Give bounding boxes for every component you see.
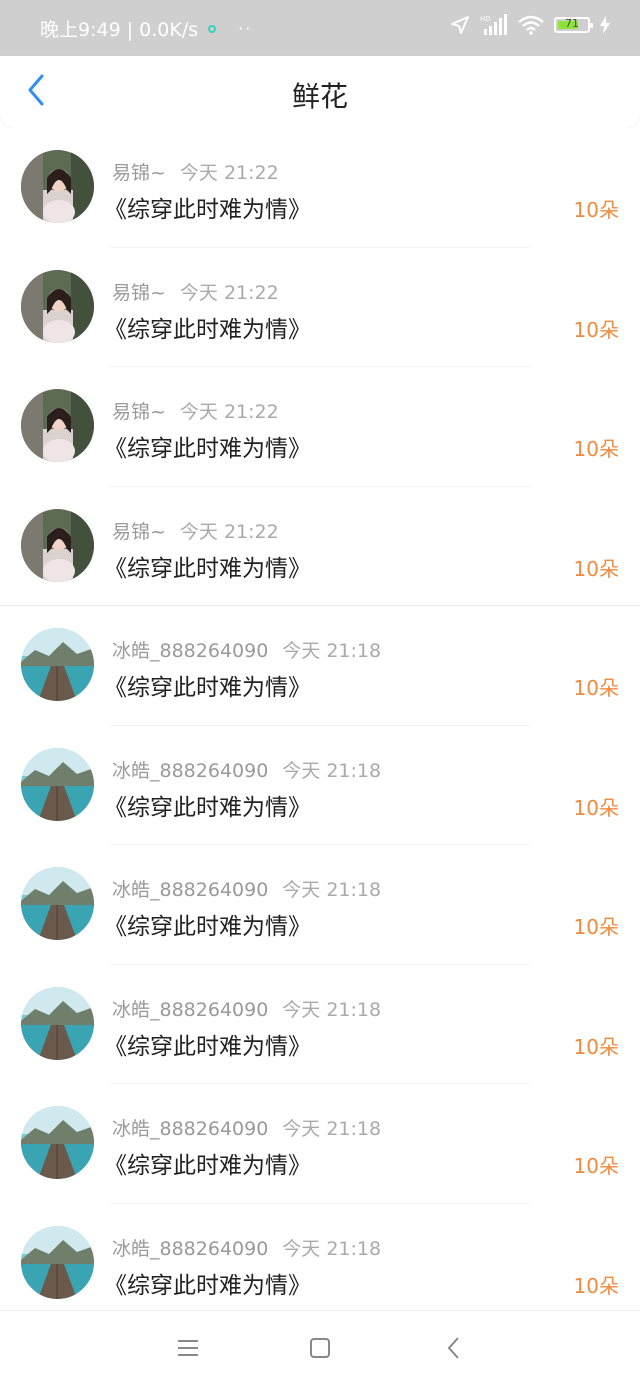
flower-amount: 10朵 bbox=[573, 676, 619, 700]
username: 易锦~ bbox=[112, 281, 166, 304]
svg-text:HD: HD bbox=[480, 15, 491, 23]
list-item[interactable]: 易锦~ 今天 21:22 《综穿此时难为情》 10朵 bbox=[0, 128, 640, 248]
avatar[interactable] bbox=[21, 508, 94, 582]
record-meta: 冰皓_888264090 今天 21:18 bbox=[112, 636, 381, 663]
timestamp: 今天 21:22 bbox=[179, 162, 279, 184]
list-item[interactable]: 冰皓_888264090 今天 21:18 《综穿此时难为情》 10朵 bbox=[0, 845, 640, 965]
book-title: 《综穿此时难为情》 bbox=[104, 436, 311, 462]
timestamp: 今天 21:22 bbox=[179, 401, 279, 423]
menu-button[interactable] bbox=[171, 1333, 205, 1367]
flower-amount: 10朵 bbox=[573, 198, 619, 222]
list-item[interactable]: 冰皓_888264090 今天 21:18 《综穿此时难为情》 10朵 bbox=[0, 606, 640, 726]
home-button[interactable] bbox=[303, 1333, 337, 1367]
location-arrow-icon bbox=[450, 15, 470, 35]
timestamp: 今天 21:18 bbox=[282, 759, 382, 782]
page-title: 鲜花 bbox=[291, 80, 348, 113]
wifi-icon bbox=[518, 15, 544, 35]
avatar[interactable] bbox=[21, 389, 94, 462]
list-item[interactable]: 冰皓_888264090 今天 21:18 《综穿此时难为情》 10朵 bbox=[0, 1203, 640, 1323]
avatar[interactable] bbox=[21, 150, 94, 223]
record-meta: 冰皓_888264090 今天 21:18 bbox=[112, 1114, 381, 1141]
flower-amount: 10朵 bbox=[573, 1034, 619, 1059]
timestamp: 今天 21:18 bbox=[282, 640, 382, 662]
flower-amount: 10朵 bbox=[573, 1154, 619, 1178]
record-meta: 易锦~ 今天 21:22 bbox=[112, 517, 279, 544]
avatar[interactable] bbox=[21, 628, 94, 701]
record-meta: 冰皓_888264090 今天 21:18 bbox=[112, 995, 381, 1022]
book-title: 《综穿此时难为情》 bbox=[104, 675, 311, 701]
flower-amount: 10朵 bbox=[573, 437, 619, 461]
book-title: 《综穿此时难为情》 bbox=[104, 794, 311, 821]
list-item[interactable]: 冰皓_888264090 今天 21:18 《综穿此时难为情》 10朵 bbox=[0, 1084, 640, 1204]
record-meta: 冰皓_888264090 今天 21:18 bbox=[112, 875, 381, 902]
book-title: 《综穿此时难为情》 bbox=[104, 1153, 311, 1179]
username: 冰皓_888264090 bbox=[112, 1237, 269, 1260]
username: 冰皓_888264090 bbox=[112, 879, 269, 901]
list-item[interactable]: 冰皓_888264090 今天 21:18 《综穿此时难为情》 10朵 bbox=[0, 964, 640, 1084]
status-right: HD 71 bbox=[440, 14, 610, 36]
charging-bolt-icon bbox=[600, 16, 610, 34]
book-title: 《综穿此时难为情》 bbox=[104, 914, 311, 940]
timestamp: 今天 21:18 bbox=[282, 1118, 382, 1140]
record-meta: 冰皓_888264090 今天 21:18 bbox=[112, 756, 381, 783]
username: 冰皓_888264090 bbox=[112, 1118, 269, 1140]
flower-amount: 10朵 bbox=[573, 556, 619, 581]
status-bar: 晚上9:49 | 0.0K/s ·· HD 71 bbox=[0, 0, 640, 56]
flower-records-list: 易锦~ 今天 21:22 《综穿此时难为情》 10朵 易锦~ 今天 21:22 《综穿此时… bbox=[0, 128, 640, 1323]
username: 冰皓_888264090 bbox=[112, 640, 269, 662]
flower-amount: 10朵 bbox=[573, 317, 619, 342]
back-chevron-icon bbox=[446, 1336, 462, 1364]
header: 鲜花 bbox=[0, 56, 640, 128]
record-meta: 易锦~ 今天 21:22 bbox=[112, 397, 279, 424]
username: 冰皓_888264090 bbox=[112, 759, 269, 782]
flower-amount: 10朵 bbox=[573, 795, 619, 820]
list-item[interactable]: 易锦~ 今天 21:22 《综穿此时难为情》 10朵 bbox=[0, 247, 640, 367]
record-meta: 易锦~ 今天 21:22 bbox=[112, 278, 279, 305]
avatar[interactable] bbox=[21, 269, 94, 343]
book-title: 《综穿此时难为情》 bbox=[104, 197, 311, 223]
timestamp: 今天 21:22 bbox=[179, 281, 279, 304]
book-title: 《综穿此时难为情》 bbox=[104, 1272, 311, 1299]
battery-level: 71 bbox=[565, 17, 579, 30]
battery-icon: 71 bbox=[554, 17, 593, 33]
back-nav-button[interactable] bbox=[437, 1333, 471, 1367]
avatar[interactable] bbox=[21, 986, 94, 1060]
timestamp: 今天 21:18 bbox=[282, 879, 382, 901]
avatar[interactable] bbox=[21, 1106, 94, 1179]
system-nav-bar bbox=[0, 1310, 640, 1387]
menu-icon bbox=[177, 1339, 199, 1361]
avatar[interactable] bbox=[21, 1225, 94, 1299]
record-meta: 冰皓_888264090 今天 21:18 bbox=[112, 1234, 381, 1261]
hd-signal-icon: HD bbox=[480, 14, 508, 36]
avatar[interactable] bbox=[21, 747, 94, 821]
username: 冰皓_888264090 bbox=[112, 998, 269, 1021]
timestamp: 今天 21:18 bbox=[282, 998, 382, 1021]
screen: 晚上9:49 | 0.0K/s ·· HD 71 鲜花 易锦~ 今天 21:22… bbox=[0, 0, 640, 1387]
book-title: 《综穿此时难为情》 bbox=[104, 555, 311, 582]
book-title: 《综穿此时难为情》 bbox=[104, 316, 311, 343]
username: 易锦~ bbox=[112, 520, 166, 543]
avatar[interactable] bbox=[21, 867, 94, 940]
username: 易锦~ bbox=[112, 162, 166, 184]
status-left: 晚上9:49 | 0.0K/s ·· bbox=[40, 15, 252, 42]
flower-amount: 10朵 bbox=[573, 1273, 619, 1298]
record-meta: 易锦~ 今天 21:22 bbox=[112, 158, 279, 185]
list-item[interactable]: 冰皓_888264090 今天 21:18 《综穿此时难为情》 10朵 bbox=[0, 725, 640, 845]
timestamp: 今天 21:18 bbox=[282, 1237, 382, 1260]
notification-dot-icon bbox=[208, 24, 217, 33]
list-item[interactable]: 易锦~ 今天 21:22 《综穿此时难为情》 10朵 bbox=[0, 367, 640, 487]
flower-amount: 10朵 bbox=[573, 915, 619, 939]
status-more: ·· bbox=[238, 19, 253, 38]
status-time-speed: 晚上9:49 | 0.0K/s bbox=[40, 19, 199, 41]
book-title: 《综穿此时难为情》 bbox=[104, 1033, 311, 1060]
username: 易锦~ bbox=[112, 401, 166, 423]
list-item[interactable]: 易锦~ 今天 21:22 《综穿此时难为情》 10朵 bbox=[0, 486, 640, 606]
timestamp: 今天 21:22 bbox=[179, 520, 279, 543]
home-square-icon bbox=[309, 1337, 331, 1363]
